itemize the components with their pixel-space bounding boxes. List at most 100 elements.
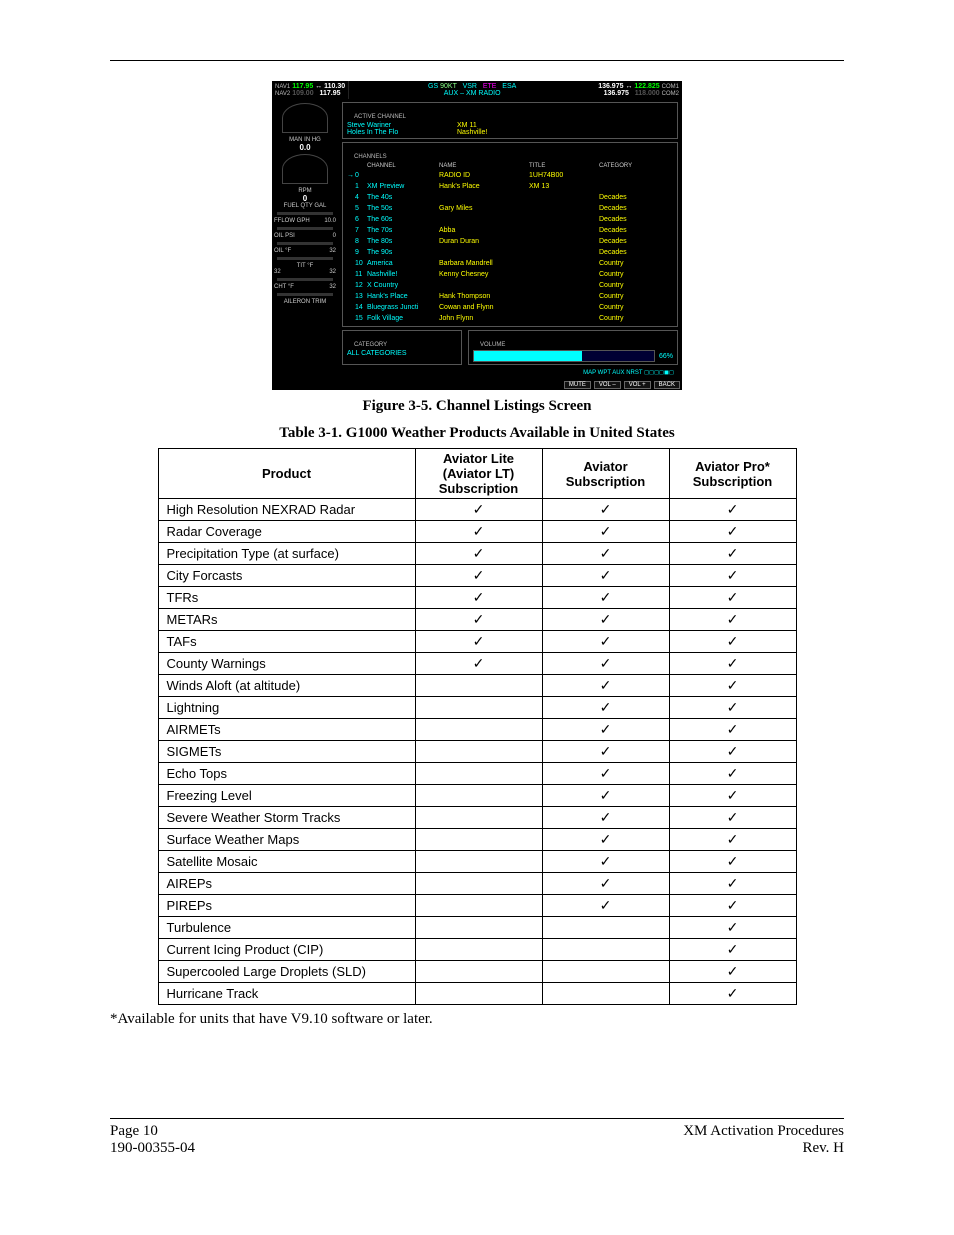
cell-product: Winds Aloft (at altitude) [158,675,415,697]
cell-lite [415,917,542,939]
cell-aviator: ✓ [542,499,669,521]
cell-product: METARs [158,609,415,631]
nav2-label: NAV2 [275,91,290,97]
channel-row[interactable]: 1XM PreviewHank's PlaceXM 13 [347,181,673,192]
channel-row[interactable]: 13Hank's PlaceHank ThompsonCountry [347,291,673,302]
channel-row[interactable]: →0RADIO ID1UH74B00 [347,170,673,181]
channel-row[interactable]: 14Bluegrass JunctiCowan and FlynnCountry [347,302,673,313]
cell-lite [415,697,542,719]
table-row: TFRs✓✓✓ [158,587,796,609]
channels-list[interactable]: →0RADIO ID1UH74B001XM PreviewHank's Plac… [347,170,673,324]
gauge-man [282,103,328,133]
cell-lite [415,939,542,961]
cell-pro: ✓ [669,565,796,587]
channel-row[interactable]: 6The 60sDecades [347,214,673,225]
ete-label: ETE [483,83,497,90]
cell-lite [415,719,542,741]
table-row: Severe Weather Storm Tracks✓✓ [158,807,796,829]
cell-product: Lightning [158,697,415,719]
active-station: Nashville! [457,129,487,136]
table-row: Turbulence✓ [158,917,796,939]
channel-row[interactable]: 15Folk VillageJohn FlynnCountry [347,313,673,324]
softkey-back[interactable]: BACK [654,381,680,389]
fuel-qty-label: FUEL QTY GAL [274,203,336,209]
cell-pro: ✓ [669,895,796,917]
softkey-mute[interactable]: MUTE [564,381,591,389]
channel-row[interactable]: 4The 40sDecades [347,192,673,203]
channel-row[interactable]: 10AmericaBarbara MandrellCountry [347,258,673,269]
esa-label: ESA [502,83,516,90]
cell-pro: ✓ [669,807,796,829]
oil-t-val: 32 [329,248,336,254]
softkey-vol-up[interactable]: VOL + [624,381,651,389]
cell-lite: ✓ [415,587,542,609]
table-row: Supercooled Large Droplets (SLD)✓ [158,961,796,983]
table-row: City Forcasts✓✓✓ [158,565,796,587]
cell-pro: ✓ [669,631,796,653]
cell-aviator [542,939,669,961]
man-in-val: 0.0 [274,143,336,152]
table-row: Echo Tops✓✓ [158,763,796,785]
table-row: SIGMETs✓✓ [158,741,796,763]
com1-standby: 122.825 [634,83,659,90]
cell-product: Turbulence [158,917,415,939]
cell-lite [415,873,542,895]
table-row: Current Icing Product (CIP)✓ [158,939,796,961]
cell-lite [415,785,542,807]
cell-product: Satellite Mosaic [158,851,415,873]
g1000-screenshot: NAV1 117.95 ↔ 110.30 NAV2 109.00 117.95 … [272,81,682,390]
th-pro: Aviator Pro* Subscription [669,449,796,499]
nav1-cell: NAV1 117.95 ↔ 110.30 NAV2 109.00 117.95 [272,81,349,99]
figure-caption: Figure 3-5. Channel Listings Screen [110,398,844,415]
com1-label: COM1 [662,84,679,90]
cell-product: High Resolution NEXRAD Radar [158,499,415,521]
cell-aviator: ✓ [542,587,669,609]
th-product: Product [158,449,415,499]
cell-lite [415,851,542,873]
softkey-vol-down[interactable]: VOL – [594,381,621,389]
table-row: High Resolution NEXRAD Radar✓✓✓ [158,499,796,521]
active-channel-box: ACTIVE CHANNEL Steve WarinerXM 11 Holes … [342,102,678,139]
cell-pro: ✓ [669,983,796,1005]
cell-aviator: ✓ [542,565,669,587]
cell-product: PIREPs [158,895,415,917]
cell-pro: ✓ [669,851,796,873]
volume-bar[interactable] [473,350,655,362]
channels-header: CHANNEL NAME TITLE CATEGORY [347,162,673,170]
cell-aviator: ✓ [542,741,669,763]
cell-lite: ✓ [415,565,542,587]
cell-lite: ✓ [415,521,542,543]
cell-pro: ✓ [669,829,796,851]
channel-row[interactable]: 12X CountryCountry [347,280,673,291]
gs-val: 90KT [440,83,457,90]
cell-aviator: ✓ [542,895,669,917]
scr-header: NAV1 117.95 ↔ 110.30 NAV2 109.00 117.95 … [272,81,682,99]
cell-pro: ✓ [669,653,796,675]
cell-product: Supercooled Large Droplets (SLD) [158,961,415,983]
table-row: PIREPs ✓✓ [158,895,796,917]
cell-product: County Warnings [158,653,415,675]
page-footer: Page 10 190-00355-04 XM Activation Proce… [110,1118,844,1157]
channel-row[interactable]: 5The 50sGary MilesDecades [347,203,673,214]
tit-val1: 32 [274,269,281,275]
oil-t-label: OIL °F [274,248,291,254]
products-table: Product Aviator Lite (Aviator LT) Subscr… [158,448,797,1005]
cell-aviator: ✓ [542,543,669,565]
channel-row[interactable]: 7The 70sAbbaDecades [347,225,673,236]
cell-product: Precipitation Type (at surface) [158,543,415,565]
category-value[interactable]: ALL CATEGORIES [347,350,457,357]
cell-lite [415,829,542,851]
channel-row[interactable]: 11Nashville!Kenny ChesneyCountry [347,269,673,280]
cell-pro: ✓ [669,697,796,719]
channel-row[interactable]: 9The 90sDecades [347,247,673,258]
cell-lite [415,961,542,983]
channels-title: CHANNELS [351,154,390,160]
cell-product: Current Icing Product (CIP) [158,939,415,961]
cell-aviator: ✓ [542,675,669,697]
table-row: METARs✓✓✓ [158,609,796,631]
cell-pro: ✓ [669,785,796,807]
channel-row[interactable]: 8The 80sDuran DuranDecades [347,236,673,247]
cell-aviator: ✓ [542,829,669,851]
cell-lite [415,675,542,697]
cell-aviator: ✓ [542,697,669,719]
